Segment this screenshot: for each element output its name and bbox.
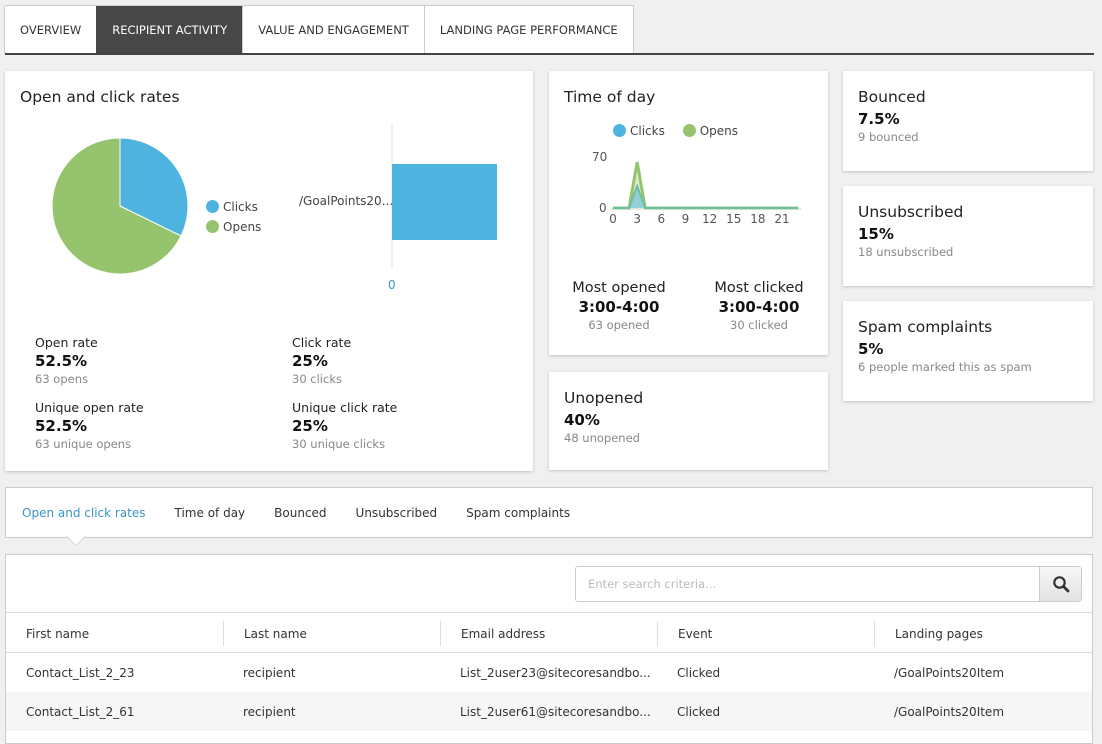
x-tick: 18 <box>750 212 766 226</box>
bounced-sub: 9 bounced <box>858 130 919 144</box>
unsubscribed-value: 15% <box>858 225 894 243</box>
subtab-pointer-fill <box>67 536 85 545</box>
opens-dot-icon <box>206 220 219 233</box>
pie-legend: Clicks Opens <box>206 197 261 237</box>
legend-clicks: Clicks <box>206 197 261 217</box>
col-landing-pages[interactable]: Landing pages <box>874 621 1091 646</box>
col-last-name[interactable]: Last name <box>223 621 440 646</box>
col-email-address[interactable]: Email address <box>440 621 657 646</box>
x-tick: 21 <box>774 212 790 226</box>
card-title: Spam complaints <box>858 318 993 336</box>
most-clicked: Most clicked 3:00-4:00 30 clicked <box>714 280 804 332</box>
tabbar-divider <box>5 53 1094 55</box>
search-box <box>575 566 1082 602</box>
search-input[interactable] <box>576 567 1039 601</box>
search-icon <box>1052 576 1069 593</box>
bounced-card: Bounced 7.5% 9 bounced <box>843 71 1093 171</box>
card-title: Unsubscribed <box>858 203 964 221</box>
table-header: First name Last name Email address Event… <box>6 612 1092 653</box>
subtab-open-and-click-rates[interactable]: Open and click rates <box>22 506 146 520</box>
pie-chart <box>51 137 189 275</box>
bounced-value: 7.5% <box>858 110 900 128</box>
subtab-spam-complaints[interactable]: Spam complaints <box>466 506 570 520</box>
spam-sub: 6 people marked this as spam <box>858 360 1032 374</box>
tab-recipient-activity[interactable]: RECIPIENT ACTIVITY <box>96 6 244 54</box>
x-tick: 15 <box>726 212 742 226</box>
stat-unique-open-rate: Unique open rate 52.5% 63 unique opens <box>35 400 144 451</box>
unopened-sub: 48 unopened <box>564 431 640 445</box>
cell-last-name: recipient <box>243 665 296 680</box>
x-tick: 0 <box>609 212 617 226</box>
y-tick-70: 70 <box>592 150 608 164</box>
cell-email: List_2user23@sitecoresandbo... <box>460 665 651 680</box>
col-event[interactable]: Event <box>657 621 874 646</box>
detail-subtabs: Open and click rates Time of day Bounced… <box>5 487 1093 538</box>
table-row[interactable]: Contact_List_2_61 recipient List_2user61… <box>6 692 1092 731</box>
x-tick: 6 <box>657 212 666 226</box>
tab-value-and-engagement[interactable]: VALUE AND ENGAGEMENT <box>242 6 425 54</box>
subtab-time-of-day[interactable]: Time of day <box>175 506 246 520</box>
unsubscribed-card: Unsubscribed 15% 18 unsubscribed <box>843 186 1093 286</box>
cell-event: Clicked <box>677 704 721 719</box>
bar-clicks <box>392 164 497 240</box>
legend-opens: Opens <box>206 217 261 237</box>
stat-unique-click-rate: Unique click rate 25% 30 unique clicks <box>292 400 398 451</box>
clicks-dot-icon <box>206 200 219 213</box>
report-tabs: OVERVIEW RECIPIENT ACTIVITY VALUE AND EN… <box>4 5 634 54</box>
cell-landing-page: /GoalPoints20Item <box>894 704 1005 719</box>
cell-last-name: recipient <box>243 704 296 719</box>
x-tick: 12 <box>701 212 718 226</box>
x-tick: 3 <box>633 212 641 226</box>
bar-category-label: /GoalPoints20... <box>299 194 394 208</box>
cell-first-name: Contact_List_2_61 <box>26 704 135 719</box>
spam-complaints-card: Spam complaints 5% 6 people marked this a… <box>843 301 1093 401</box>
tab-landing-page-performance[interactable]: LANDING PAGE PERFORMANCE <box>423 6 634 54</box>
unopened-value: 40% <box>564 411 600 429</box>
card-title: Bounced <box>858 88 926 106</box>
most-opened: Most opened 3:00-4:00 63 opened <box>572 280 666 332</box>
open-click-rates-card: Open and click rates Clicks Opens /GoalP… <box>5 71 533 471</box>
tab-overview[interactable]: OVERVIEW <box>4 6 98 54</box>
stat-open-rate: Open rate 52.5% 63 opens <box>35 335 98 386</box>
card-title: Unopened <box>564 389 644 407</box>
table-row[interactable]: Contact_List_2_23 recipient List_2user23… <box>6 653 1092 692</box>
unopened-card: Unopened 40% 48 unopened <box>549 372 828 470</box>
subtab-bounced[interactable]: Bounced <box>274 506 326 520</box>
unsubscribed-sub: 18 unsubscribed <box>858 245 954 259</box>
search-button[interactable] <box>1039 567 1081 601</box>
open-click-charts <box>51 125 497 275</box>
time-of-day-card: Time of day Clicks Opens 70 0 0 3 6 9 12 15 18… <box>549 71 828 355</box>
cell-first-name: Contact_List_2_23 <box>26 665 135 680</box>
spam-value: 5% <box>858 340 884 358</box>
cell-event: Clicked <box>677 665 721 680</box>
bar-axis-tick: 0 <box>388 278 396 292</box>
subtab-unsubscribed[interactable]: Unsubscribed <box>356 506 438 520</box>
stat-click-rate: Click rate 25% 30 clicks <box>292 335 352 386</box>
cell-landing-page: /GoalPoints20Item <box>894 665 1005 680</box>
cell-email: List_2user61@sitecoresandbo... <box>460 704 651 719</box>
x-tick: 9 <box>681 212 690 226</box>
recipients-table-panel: First name Last name Email address Event… <box>5 554 1093 744</box>
col-first-name[interactable]: First name <box>6 621 223 646</box>
